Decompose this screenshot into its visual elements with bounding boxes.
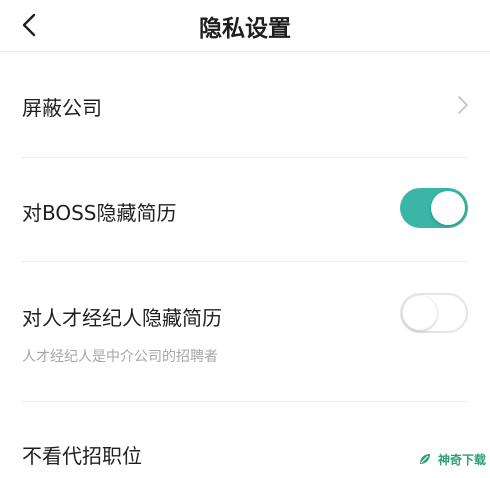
chevron-right-icon <box>458 96 468 114</box>
page-title: 隐私设置 <box>199 16 291 42</box>
no-proxy-jobs-label: 不看代招职位 <box>22 444 142 468</box>
toggle-knob <box>431 191 465 225</box>
hide-from-agent-label: 对人才经纪人隐藏简历 <box>22 306 222 330</box>
hide-from-boss-label: 对BOSS隐藏简历 <box>22 201 177 225</box>
leaf-logo-icon <box>420 454 430 464</box>
hide-from-boss-toggle[interactable] <box>400 188 468 228</box>
hide-from-agent-row: 对人才经纪人隐藏简历 人才经纪人是中介公司的招聘者 <box>0 262 490 401</box>
watermark-badge: 神奇下载 <box>404 440 490 478</box>
watermark-text: 神奇下载 <box>438 452 487 467</box>
hide-from-agent-sublabel: 人才经纪人是中介公司的招聘者 <box>22 349 218 365</box>
block-company-label: 屏蔽公司 <box>22 96 102 120</box>
privacy-settings-screen: 隐私设置 屏蔽公司 对BOSS隐藏简历 对人才经纪人隐藏简历 人才经纪人是中介公… <box>0 0 490 478</box>
hide-from-boss-row: 对BOSS隐藏简历 <box>0 158 490 261</box>
block-company-row[interactable]: 屏蔽公司 <box>0 53 490 157</box>
toggle-knob <box>403 296 437 330</box>
hide-from-agent-toggle[interactable] <box>400 293 468 333</box>
nav-bar: 隐私设置 <box>0 0 490 52</box>
